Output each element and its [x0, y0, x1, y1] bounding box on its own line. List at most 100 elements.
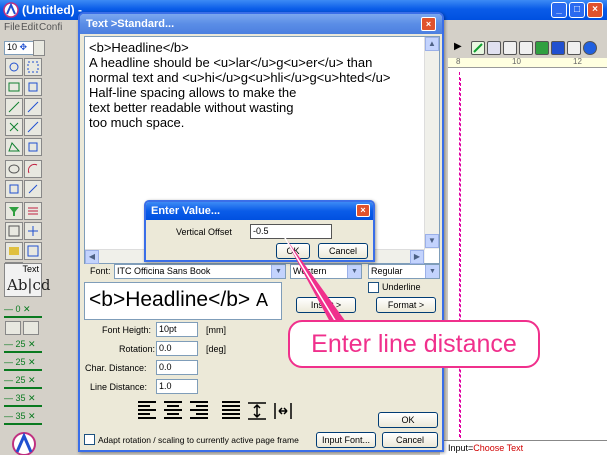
diagonal-node-icon[interactable]: [24, 118, 42, 136]
editor-line: too much space.: [89, 115, 185, 130]
vertical-offset-label: Vertical Offset: [176, 227, 232, 237]
vertical-offset-field[interactable]: -0.5: [250, 224, 332, 239]
text-tool[interactable]: Text Ab|cd: [4, 263, 51, 297]
font-height-field[interactable]: 10pt: [156, 322, 198, 337]
line-width-0[interactable]: — 0 ✕: [4, 304, 42, 318]
menu-edit[interactable]: Edit: [21, 22, 38, 33]
underline-checkbox[interactable]: [368, 282, 379, 293]
font-select[interactable]: ITC Officina Sans Book ▼: [114, 264, 286, 279]
line-width-25a[interactable]: — 25 ✕: [4, 339, 42, 353]
ruler-tick: 12: [573, 57, 582, 66]
ok-button[interactable]: OK: [378, 412, 438, 428]
node-rect-icon[interactable]: [24, 78, 42, 96]
select-circle-icon[interactable]: [5, 58, 23, 76]
format-button[interactable]: Format >: [376, 297, 436, 313]
enter-value-title: Enter Value...: [151, 205, 221, 217]
scroll-left-icon[interactable]: ◀: [85, 250, 99, 264]
cancel-button[interactable]: Cancel: [382, 432, 438, 448]
brush-icon[interactable]: [567, 41, 581, 55]
line-width-35b[interactable]: — 35 ✕: [4, 411, 42, 425]
move-icon: ✥: [19, 42, 28, 52]
display-icon[interactable]: [535, 41, 549, 55]
arrow-up-icon[interactable]: [5, 321, 21, 335]
align-left-icon[interactable]: [136, 399, 158, 423]
adapt-checkbox[interactable]: [84, 434, 95, 445]
line-width-25c[interactable]: — 25 ✕: [4, 375, 42, 389]
text-tool-label: Text: [22, 264, 39, 274]
minimize-button[interactable]: _: [551, 2, 567, 18]
char-distance-field[interactable]: 0.0: [156, 360, 198, 375]
play-icon[interactable]: ▶: [454, 41, 468, 55]
page-canvas[interactable]: [448, 68, 607, 440]
pencil-icon[interactable]: [471, 41, 485, 55]
script-select[interactable]: Western ▼: [290, 264, 362, 279]
distribute-icon[interactable]: [272, 399, 294, 423]
line-icon[interactable]: [5, 98, 23, 116]
app-logo-icon: [3, 2, 19, 18]
text-tool-sample: Ab|cd: [7, 276, 51, 294]
table-icon[interactable]: [519, 41, 533, 55]
align-center-icon[interactable]: [162, 399, 184, 423]
scroll-up-icon[interactable]: ▲: [425, 37, 439, 51]
grid-icon[interactable]: [5, 222, 23, 240]
image-icon[interactable]: [5, 242, 23, 260]
insert-button[interactable]: Insert >: [296, 297, 356, 313]
line-distance-field[interactable]: 1.0: [156, 379, 198, 394]
arc-icon[interactable]: [24, 160, 42, 178]
value-ok-button[interactable]: OK: [276, 243, 310, 259]
editor-line: text better readable without wasting: [89, 100, 294, 115]
rotation-field[interactable]: 0.0: [156, 341, 198, 356]
shape-icon[interactable]: [24, 138, 42, 156]
underline-label: Underline: [382, 282, 421, 292]
main-window-title: (Untitled) -: [22, 3, 82, 17]
chevron-down-icon: ▼: [271, 265, 285, 278]
char-distance-label: Char. Distance:: [85, 363, 147, 373]
distort-icon[interactable]: [24, 180, 42, 198]
polygon-icon[interactable]: [5, 138, 23, 156]
input-font-button[interactable]: Input Font...: [316, 432, 376, 448]
menu-file[interactable]: File: [4, 22, 20, 33]
close-button[interactable]: ×: [587, 2, 603, 18]
ruler-tick: 10: [512, 57, 521, 66]
chevron-down-icon: ▼: [425, 265, 439, 278]
status-bar: Input=Choose Text: [440, 440, 607, 455]
scroll-right-icon[interactable]: ▶: [410, 250, 424, 264]
callout-label: Enter line distance: [288, 320, 540, 368]
line-width-35a[interactable]: — 35 ✕: [4, 393, 42, 407]
diagonal-icon[interactable]: [24, 98, 42, 116]
ellipse-icon[interactable]: [5, 160, 23, 178]
print-icon[interactable]: [551, 41, 565, 55]
chevron-down-icon: ▼: [347, 265, 361, 278]
scroll-down-icon[interactable]: ▼: [425, 234, 439, 248]
editor-content[interactable]: <b>Headline</b> A headline should be <u>…: [89, 40, 425, 130]
maximize-button[interactable]: □: [569, 2, 585, 18]
font-preview: <b>Headline</b> A: [84, 282, 282, 320]
enter-value-close-button[interactable]: ×: [356, 204, 370, 217]
zoom-field[interactable]: 10 ✥: [4, 41, 34, 55]
back-icon[interactable]: [503, 41, 517, 55]
vertical-align-icon[interactable]: [246, 399, 268, 423]
align-right-icon[interactable]: [188, 399, 210, 423]
frame-icon[interactable]: [24, 242, 42, 260]
style-select[interactable]: Regular ▼: [368, 264, 440, 279]
text-dialog-titlebar: Text >Standard...: [80, 14, 442, 34]
rect-icon[interactable]: [5, 78, 23, 96]
value-cancel-button[interactable]: Cancel: [318, 243, 368, 259]
plus-icon[interactable]: [24, 222, 42, 240]
editor-vertical-scrollbar[interactable]: ▲ ▼: [424, 37, 439, 249]
menu-config[interactable]: Confi: [39, 22, 62, 33]
help-icon[interactable]: [583, 41, 597, 55]
page-icon[interactable]: [33, 40, 45, 56]
font-height-unit: [mm]: [206, 325, 226, 335]
cross-icon[interactable]: [5, 118, 23, 136]
justify-icon[interactable]: [220, 399, 242, 423]
ruler-tick: 8: [456, 57, 461, 66]
text-dialog-close-button[interactable]: ×: [421, 17, 436, 31]
select-frame-icon[interactable]: [24, 58, 42, 76]
list-icon[interactable]: [24, 202, 42, 220]
layers-icon[interactable]: [487, 41, 501, 55]
node-edit-icon[interactable]: [5, 180, 23, 198]
line-width-25b[interactable]: — 25 ✕: [4, 357, 42, 371]
funnel-icon[interactable]: [5, 202, 23, 220]
arrow-down-icon[interactable]: [23, 321, 39, 335]
